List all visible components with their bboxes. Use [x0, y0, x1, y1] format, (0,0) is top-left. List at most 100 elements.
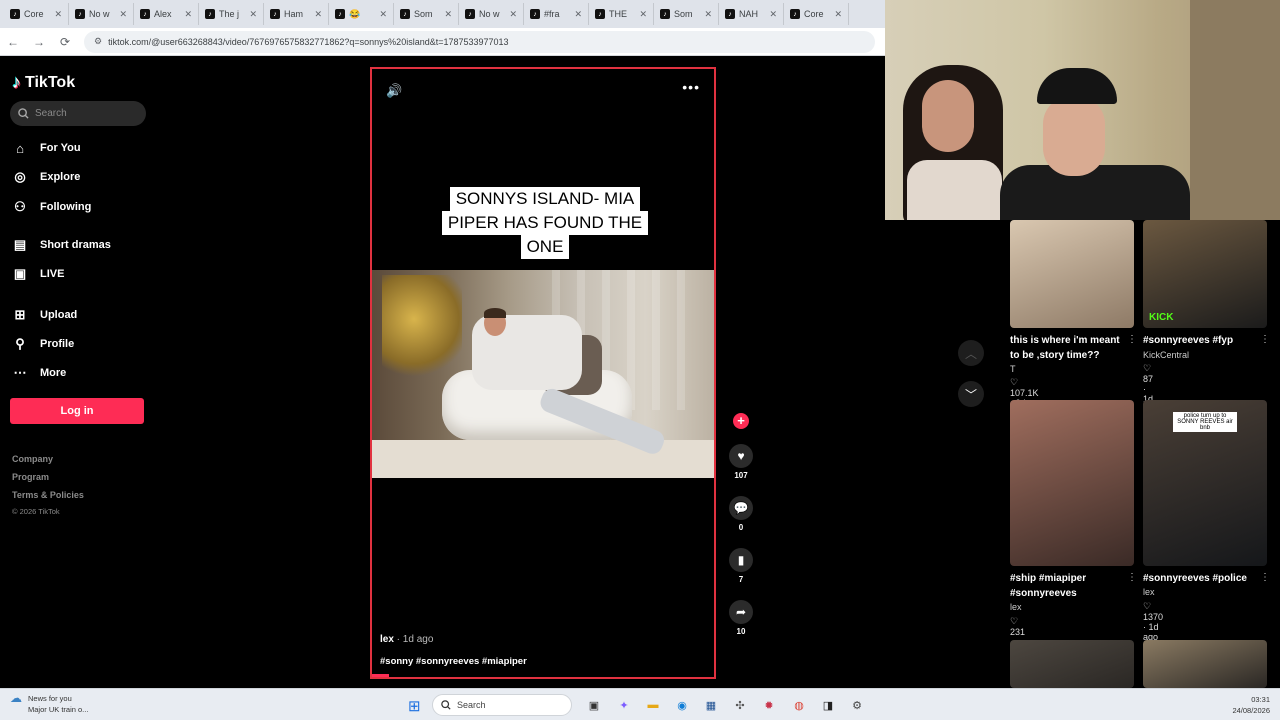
- share-button[interactable]: ➦ 10: [728, 600, 754, 636]
- chevron-up-icon[interactable]: ︿: [958, 340, 984, 366]
- video-card-title[interactable]: #ship #miapiper #sonnyreeves: [1010, 571, 1122, 601]
- video-card-title[interactable]: #sonnyreeves #fyp: [1143, 333, 1255, 348]
- save-button[interactable]: ▮ 7: [728, 548, 754, 584]
- tab-label: #fra: [544, 9, 560, 19]
- video-thumbnail[interactable]: [1143, 640, 1267, 688]
- nav-more[interactable]: ⋯ More: [12, 365, 67, 381]
- nav-upload[interactable]: ⊞ Upload: [12, 307, 78, 323]
- browser-tab[interactable]: ♪ NAH ✕: [719, 3, 784, 25]
- chrome-icon[interactable]: ◍: [790, 696, 808, 714]
- plus-square-icon: ⊞: [14, 307, 26, 322]
- news-title: News for you: [28, 694, 72, 703]
- close-icon[interactable]: ✕: [509, 9, 517, 20]
- close-icon[interactable]: ✕: [314, 9, 322, 20]
- like-button[interactable]: ♥ 107: [728, 444, 754, 480]
- more-options-icon[interactable]: •••: [682, 79, 700, 95]
- browser-tab[interactable]: ♪ Alex ✕: [134, 3, 199, 25]
- nav-following[interactable]: ⚇ Following: [12, 199, 91, 215]
- video-author[interactable]: lex · 1d ago: [380, 634, 433, 645]
- edge-icon[interactable]: ◉: [673, 696, 691, 714]
- store-icon[interactable]: ✣: [731, 696, 749, 714]
- windows-start-icon[interactable]: ⊞: [408, 697, 421, 715]
- footer-company[interactable]: Company: [12, 454, 53, 464]
- card-more-icon[interactable]: ⋮: [1127, 572, 1137, 583]
- nav-live[interactable]: ▣ LIVE: [12, 266, 65, 282]
- taskbar-search[interactable]: Search: [432, 694, 572, 716]
- close-icon[interactable]: ✕: [379, 9, 387, 20]
- url-field[interactable]: ⚙ tiktok.com/@user663268843/video/767697…: [84, 30, 875, 53]
- follow-plus-button[interactable]: +: [733, 413, 749, 429]
- browser-tab[interactable]: ♪ Som ✕: [394, 3, 459, 25]
- card-more-icon[interactable]: ⋮: [1260, 572, 1270, 583]
- nav-short-dramas[interactable]: ▤ Short dramas: [12, 237, 111, 253]
- video-card-author[interactable]: lex: [1143, 587, 1155, 597]
- close-icon[interactable]: ✕: [119, 9, 127, 20]
- browser-tab[interactable]: ♪ Core ✕: [4, 3, 69, 25]
- video-card-title[interactable]: #sonnyreeves #police: [1143, 571, 1255, 586]
- search-input[interactable]: Search: [10, 101, 146, 126]
- close-icon[interactable]: ✕: [249, 9, 257, 20]
- tiktok-logo[interactable]: ♪ TikTok: [12, 72, 75, 93]
- browser-tab[interactable]: ♪ Som ✕: [654, 3, 719, 25]
- browser-tab[interactable]: ♪ No w ✕: [459, 3, 524, 25]
- video-thumbnail[interactable]: [1010, 400, 1134, 566]
- video-card-author[interactable]: T: [1010, 364, 1016, 374]
- browser-tab[interactable]: ♪ 😂 ✕: [329, 3, 394, 25]
- live-icon: ▣: [13, 266, 27, 281]
- forward-icon[interactable]: →: [32, 35, 46, 49]
- login-button[interactable]: Log in: [10, 398, 144, 424]
- close-icon[interactable]: ✕: [769, 9, 777, 20]
- video-thumbnail[interactable]: [1010, 640, 1134, 688]
- video-thumbnail[interactable]: police turn up to SONNY REEVES air bnb: [1143, 400, 1267, 566]
- chevron-down-icon[interactable]: ﹀: [958, 381, 984, 407]
- browser-tab[interactable]: ♪ The j ✕: [199, 3, 264, 25]
- nav-for-you[interactable]: ⌂ For You: [12, 140, 80, 156]
- file-explorer-icon[interactable]: ▬: [644, 696, 662, 714]
- site-info-icon[interactable]: ⚙: [94, 36, 102, 47]
- browser-tab[interactable]: ♪ No w ✕: [69, 3, 134, 25]
- close-icon[interactable]: ✕: [444, 9, 452, 20]
- nav-profile[interactable]: ⚲ Profile: [12, 336, 74, 352]
- close-icon[interactable]: ✕: [704, 9, 712, 20]
- browser-tab[interactable]: ♪ #fra ✕: [524, 3, 589, 25]
- video-card-author[interactable]: lex: [1010, 602, 1022, 612]
- app-icon[interactable]: ✹: [760, 696, 778, 714]
- video-thumbnail[interactable]: KICK: [1143, 220, 1267, 328]
- browser-tab[interactable]: ♪ Core ✕: [784, 3, 849, 25]
- footer-terms[interactable]: Terms & Policies: [12, 490, 84, 500]
- tiktok-icon: ♪: [595, 9, 605, 19]
- more-icon: ⋯: [13, 365, 27, 380]
- close-icon[interactable]: ✕: [184, 9, 192, 20]
- copilot-icon[interactable]: ✦: [615, 696, 633, 714]
- close-icon[interactable]: ✕: [639, 9, 647, 20]
- video-card-title[interactable]: this is where i'm meant to be ,story tim…: [1010, 333, 1122, 363]
- video-progress-bar[interactable]: [372, 674, 390, 677]
- reload-icon[interactable]: ⟳: [58, 35, 72, 49]
- close-icon[interactable]: ✕: [574, 9, 582, 20]
- video-thumbnail[interactable]: [1010, 220, 1134, 328]
- card-more-icon[interactable]: ⋮: [1127, 334, 1137, 345]
- volume-icon[interactable]: 🔊: [386, 83, 402, 99]
- calculator-icon[interactable]: ▦: [702, 696, 720, 714]
- tiktok-icon: ♪: [75, 9, 85, 19]
- tab-label: THE: [609, 9, 627, 19]
- news-widget[interactable]: ☁ News for you Major UK train o...: [10, 692, 88, 715]
- video-player[interactable]: 🔊 ••• SONNYS ISLAND- MIA PIPER HAS FOUND…: [370, 67, 716, 679]
- card-more-icon[interactable]: ⋮: [1260, 334, 1270, 345]
- video-card-author[interactable]: KickCentral: [1143, 350, 1189, 360]
- browser-tab[interactable]: ♪ Ham ✕: [264, 3, 329, 25]
- capcut-icon[interactable]: ◨: [819, 696, 837, 714]
- video-hashtags[interactable]: #sonny #sonnyreeves #miapiper: [380, 656, 527, 667]
- settings-icon[interactable]: ⚙: [848, 696, 866, 714]
- browser-tab[interactable]: ♪ THE ✕: [589, 3, 654, 25]
- close-icon[interactable]: ✕: [54, 9, 62, 20]
- comment-button[interactable]: 💬 0: [728, 496, 754, 532]
- taskbar: ☁ News for you Major UK train o... ⊞ Sea…: [0, 688, 1280, 720]
- task-view-icon[interactable]: ▣: [585, 696, 603, 714]
- system-clock[interactable]: 03:31 24/08/2026: [1232, 694, 1270, 716]
- close-icon[interactable]: ✕: [834, 9, 842, 20]
- back-icon[interactable]: ←: [6, 35, 20, 49]
- footer-program[interactable]: Program: [12, 472, 49, 482]
- nav-explore[interactable]: ◎ Explore: [12, 169, 80, 185]
- author-name: lex: [380, 634, 394, 645]
